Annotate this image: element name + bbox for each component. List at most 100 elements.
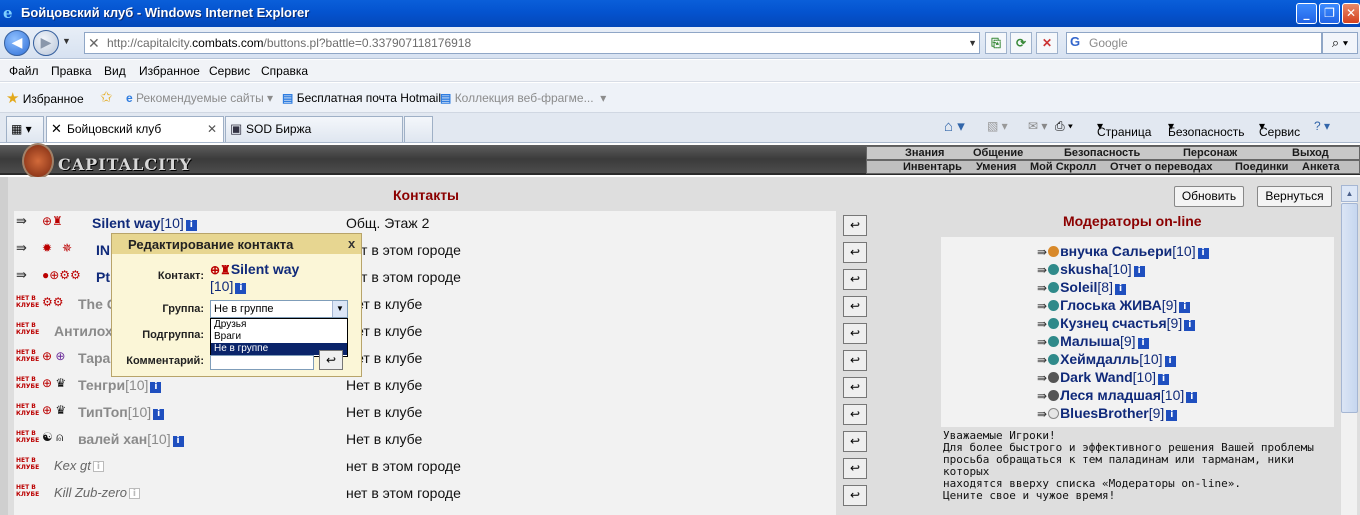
forward-button[interactable]: ▶	[33, 30, 59, 56]
contact-nick[interactable]: Тенгри[10] i	[78, 377, 162, 393]
stop-icon[interactable]: ✕	[1036, 32, 1058, 54]
fav-item-webslice[interactable]: ▤ Коллекция веб-фрагме... ▾	[440, 91, 606, 105]
moderator-nick[interactable]: Малыша	[1060, 333, 1120, 349]
private-message-icon[interactable]: ⇛	[1037, 317, 1047, 331]
menu-favorites[interactable]: Избранное	[139, 64, 200, 78]
info-icon[interactable]: i	[1158, 374, 1170, 385]
info-icon[interactable]: i	[92, 461, 104, 472]
contact-nick[interactable]: ТипТоп[10] i	[78, 404, 165, 420]
moderator-nick[interactable]: Кузнец счастья	[1060, 315, 1167, 331]
menu-edit[interactable]: Правка	[51, 64, 92, 78]
tab-sod-exchange[interactable]: ▣ SOD Биржа	[225, 116, 403, 142]
moderator-nick[interactable]: Леся младшая	[1060, 387, 1161, 403]
menu-exit[interactable]: Выход	[1292, 147, 1329, 160]
contact-nick[interactable]: Silent way[10] i	[92, 215, 197, 231]
contact-nick[interactable]: Pt	[96, 269, 110, 285]
contact-nick[interactable]: валей хан[10] i	[78, 431, 184, 447]
search-input[interactable]: G Google	[1066, 32, 1322, 54]
private-message-icon[interactable]: ⇛	[1037, 371, 1047, 385]
contact-nick[interactable]: Тара	[78, 350, 110, 366]
back-button[interactable]: ◀	[4, 30, 30, 56]
menu-my-scroll[interactable]: Мой Скролл	[1030, 161, 1096, 174]
scroll-up-icon[interactable]: ▲	[1341, 185, 1358, 202]
info-icon[interactable]: i	[1186, 392, 1198, 403]
quick-tabs-button[interactable]: ▦ ▾	[6, 116, 44, 142]
address-bar[interactable]: ✕ http://capitalcity.combats.com/buttons…	[84, 32, 980, 54]
moderator-nick[interactable]: skusha	[1060, 261, 1108, 277]
info-icon[interactable]: i	[1133, 266, 1145, 277]
menu-help[interactable]: Справка	[261, 64, 308, 78]
menu-fights[interactable]: Поединки	[1235, 161, 1288, 174]
private-message-icon[interactable]: ⇛	[16, 267, 27, 283]
info-icon[interactable]: i	[1137, 338, 1149, 349]
edit-contact-button[interactable]: ↩	[843, 458, 867, 479]
info-icon[interactable]: i	[1184, 320, 1196, 331]
feeds-icon[interactable]: ▧ ▾	[987, 119, 1008, 133]
private-message-icon[interactable]: ⇛	[1037, 353, 1047, 367]
tab-fight-club[interactable]: ✕ Бойцовский клуб ✕	[46, 116, 224, 142]
edit-contact-button[interactable]: ↩	[843, 242, 867, 263]
maximize-button[interactable]: ❐	[1319, 3, 1340, 24]
menu-view[interactable]: Вид	[104, 64, 126, 78]
mail-icon[interactable]: ✉ ▾	[1028, 119, 1047, 133]
help-icon[interactable]: ? ▾	[1314, 119, 1330, 133]
moderator-nick[interactable]: внучка Сальери	[1060, 243, 1172, 259]
private-message-icon[interactable]: ⇛	[1037, 263, 1047, 277]
page-scrollbar[interactable]: ▲	[1340, 185, 1358, 515]
info-icon[interactable]: i	[1166, 410, 1178, 421]
history-dropdown-icon[interactable]: ▼	[62, 36, 71, 46]
chevron-down-icon[interactable]: ▼	[332, 301, 347, 317]
comment-input[interactable]	[210, 355, 314, 370]
group-option-friends[interactable]: Друзья	[211, 319, 347, 331]
group-option-enemies[interactable]: Враги	[211, 331, 347, 343]
compatibility-icon[interactable]: ⎘	[985, 32, 1007, 54]
edit-contact-button[interactable]: ↩	[843, 296, 867, 317]
private-message-icon[interactable]: ⇛	[1037, 335, 1047, 349]
save-contact-button[interactable]: ↩	[319, 350, 343, 370]
refresh-button[interactable]: Обновить	[1174, 186, 1244, 207]
menu-security[interactable]: Безопасность	[1064, 147, 1140, 160]
search-button[interactable]: ⌕ ▾	[1322, 32, 1358, 54]
print-icon[interactable]: ⎙ ▾	[1055, 119, 1073, 134]
edit-contact-button[interactable]: ↩	[843, 377, 867, 398]
edit-contact-button[interactable]: ↩	[843, 350, 867, 371]
info-icon[interactable]: i	[1115, 284, 1126, 295]
group-select[interactable]: Не в группе ▼	[210, 300, 348, 318]
menu-inventory[interactable]: Инвентарь	[903, 161, 962, 174]
address-dropdown-icon[interactable]: ▼	[968, 33, 977, 53]
fav-item-recommended[interactable]: e Рекомендуемые сайты ▾	[126, 91, 273, 105]
edit-contact-button[interactable]: ↩	[843, 404, 867, 425]
edit-contact-button[interactable]: ↩	[843, 485, 867, 506]
info-icon[interactable]: i	[235, 283, 247, 294]
info-icon[interactable]: i	[153, 409, 165, 420]
close-window-button[interactable]: ✕	[1342, 3, 1360, 24]
refresh-icon[interactable]: ⟳	[1010, 32, 1032, 54]
menu-tools[interactable]: Сервис	[209, 64, 250, 78]
dialog-contact-nick[interactable]: ⊕♜Silent way	[210, 261, 299, 277]
private-message-icon[interactable]: ⇛	[1037, 299, 1047, 313]
edit-contact-button[interactable]: ↩	[843, 269, 867, 290]
home-icon[interactable]: ⌂ ▾	[944, 117, 965, 135]
info-icon[interactable]: i	[1179, 302, 1191, 313]
menu-skills[interactable]: Умения	[976, 161, 1016, 174]
moderator-nick[interactable]: Soleil	[1060, 279, 1097, 295]
favorites-button[interactable]: ★ Избранное	[6, 89, 84, 107]
private-message-icon[interactable]: ⇛	[1037, 281, 1047, 295]
info-icon[interactable]: i	[185, 220, 197, 231]
minimize-button[interactable]: _	[1296, 3, 1317, 24]
contact-nick[interactable]: Kex gt i	[54, 458, 104, 473]
menu-character[interactable]: Персонаж	[1183, 147, 1237, 160]
private-message-icon[interactable]: ⇛	[1037, 407, 1047, 421]
info-icon[interactable]: i	[1164, 356, 1176, 367]
scroll-thumb[interactable]	[1341, 203, 1358, 413]
menu-profile[interactable]: Анкета	[1302, 161, 1340, 174]
edit-contact-button[interactable]: ↩	[843, 215, 867, 236]
back-page-button[interactable]: Вернуться	[1257, 186, 1332, 207]
menu-tools-cmd[interactable]: Сервис ▾	[1259, 119, 1300, 139]
menu-communication[interactable]: Общение	[973, 147, 1023, 160]
private-message-icon[interactable]: ⇛	[16, 213, 27, 229]
menu-transfers-report[interactable]: Отчет о переводах	[1110, 161, 1213, 174]
menu-safety[interactable]: Безопасность ▾	[1168, 119, 1245, 139]
new-tab-button[interactable]	[404, 116, 433, 142]
moderator-nick[interactable]: Dark Wand	[1060, 369, 1133, 385]
